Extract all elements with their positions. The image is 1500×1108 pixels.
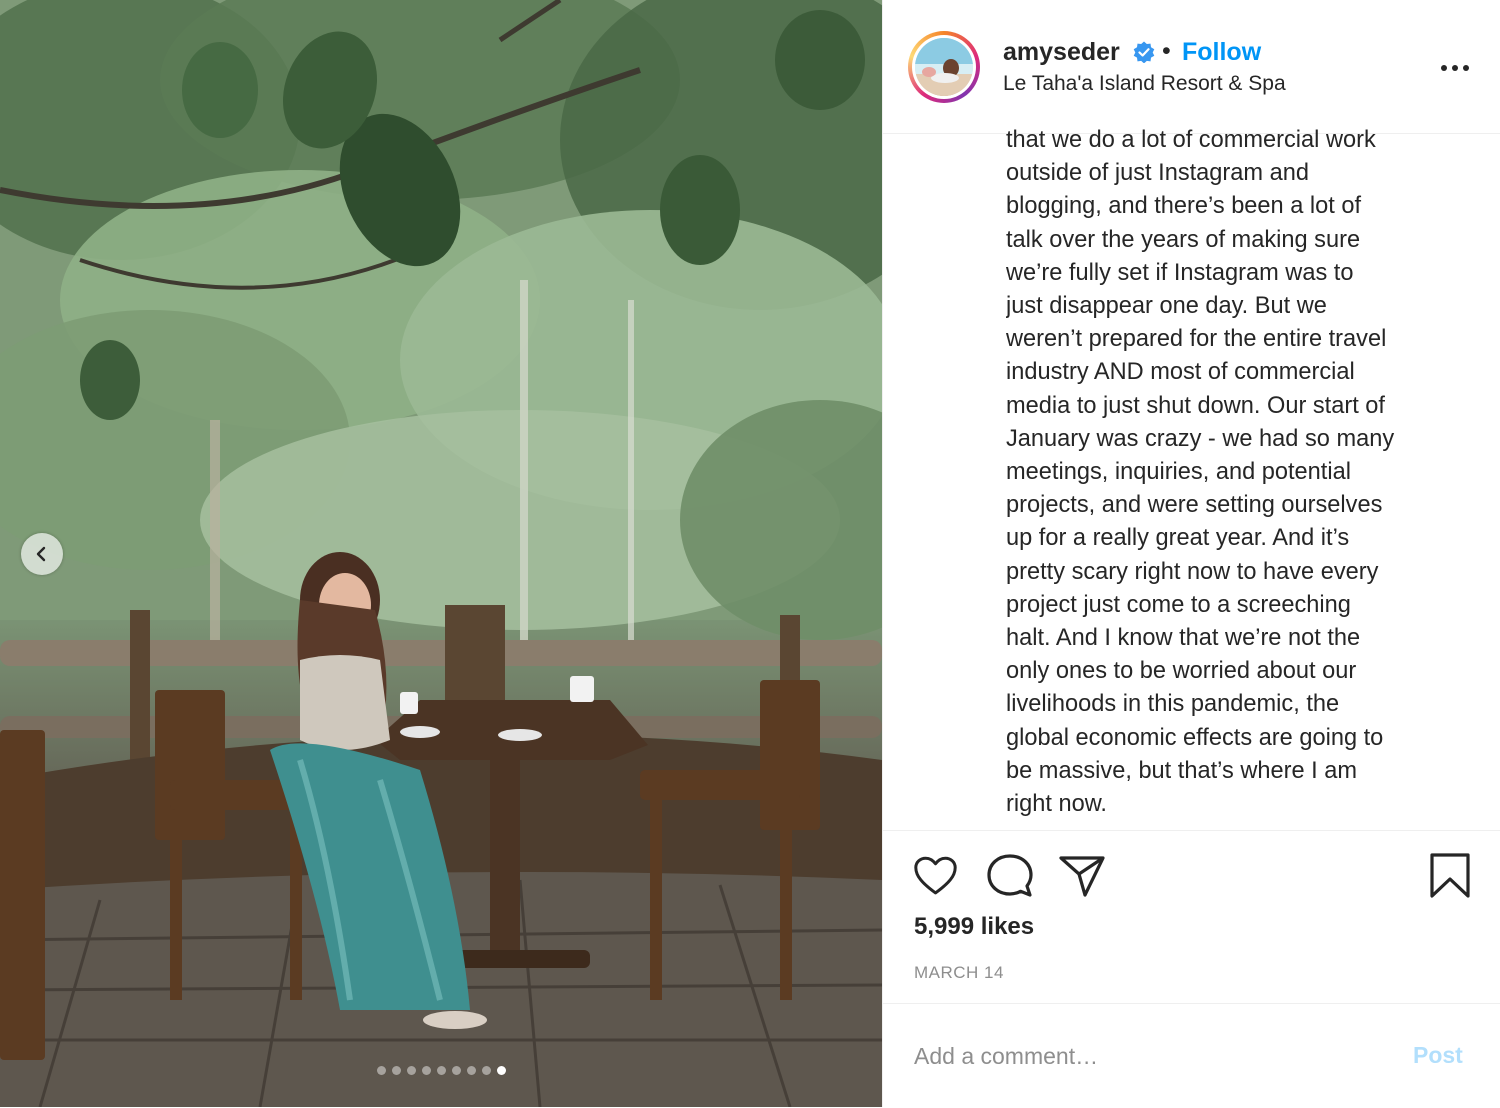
post-comment-button[interactable]: Post xyxy=(1413,1042,1463,1069)
caption-line: livelihoods in this pandemic, the xyxy=(1006,691,1340,718)
caption-line: meetings, inquiries, and potential xyxy=(1006,459,1351,486)
carousel-dot xyxy=(391,1066,401,1075)
caption-line: project just come to a screeching xyxy=(1006,591,1351,618)
caption-line: media to just shut down. Our start of xyxy=(1006,392,1385,419)
verified-badge-icon xyxy=(1133,41,1155,63)
caption-line: pretty scary right now to have every xyxy=(1006,558,1379,585)
likes-count[interactable]: 5,999 likes xyxy=(914,913,1034,941)
caption-line: projects, and were setting ourselves xyxy=(1006,492,1383,519)
caption-line: global economic effects are going to xyxy=(1006,724,1384,751)
carousel-dot xyxy=(466,1066,476,1075)
carousel-dot xyxy=(481,1066,491,1075)
post-actions: 5,999 likes MARCH 14 xyxy=(883,830,1500,1004)
caption-line: up for a really great year. And it’s xyxy=(1006,525,1350,552)
post-media[interactable] xyxy=(0,0,882,1107)
caption-line: halt. And I know that we’re not the xyxy=(1006,625,1361,652)
carousel-dot xyxy=(376,1066,386,1075)
separator-dot: • xyxy=(1162,37,1171,65)
chevron-left-icon xyxy=(36,546,46,562)
caption-line: right now. xyxy=(1006,791,1107,818)
caption-line: weren’t prepared for the entire travel xyxy=(1006,326,1387,353)
caption-line: be massive, but that’s where I am xyxy=(1006,757,1358,784)
caption-line: blogging, and there’s been a lot of xyxy=(1006,193,1362,220)
avatar-image xyxy=(915,38,973,96)
post-header: amyseder • Follow Le Taha'a Island Resor… xyxy=(883,0,1500,134)
carousel-dot xyxy=(451,1066,461,1075)
caption-line: we’re fully set if Instagram was to xyxy=(1006,259,1354,286)
carousel-prev-button[interactable] xyxy=(21,533,63,575)
share-icon[interactable] xyxy=(1059,855,1105,897)
caption-line: only ones to be worried about our xyxy=(1006,658,1357,685)
follow-button[interactable]: Follow xyxy=(1182,38,1261,67)
comment-input[interactable] xyxy=(914,1038,1374,1074)
carousel-dot xyxy=(496,1066,506,1075)
carousel-indicator xyxy=(0,1066,882,1075)
avatar[interactable] xyxy=(908,31,980,103)
post-caption: that we do a lot of commercial work outsi… xyxy=(1006,124,1466,819)
username[interactable]: amyseder xyxy=(1003,38,1120,67)
heart-icon[interactable] xyxy=(913,855,958,897)
post-sidebar: amyseder • Follow Le Taha'a Island Resor… xyxy=(882,0,1500,1107)
bookmark-icon[interactable] xyxy=(1430,853,1470,899)
post-photo xyxy=(0,0,882,1107)
location-link[interactable]: Le Taha'a Island Resort & Spa xyxy=(1003,72,1286,96)
caption-line: outside of just Instagram and xyxy=(1006,160,1309,187)
caption-line: that we do a lot of commercial work xyxy=(1006,127,1376,153)
comment-box: Post xyxy=(883,1003,1500,1108)
caption-line: industry AND most of commercial xyxy=(1006,359,1355,386)
post-date: MARCH 14 xyxy=(914,963,1004,982)
carousel-dot xyxy=(406,1066,416,1075)
comment-icon[interactable] xyxy=(987,853,1033,899)
carousel-dot xyxy=(421,1066,431,1075)
more-options-icon[interactable] xyxy=(1438,56,1472,80)
caption-line: talk over the years of making sure xyxy=(1006,226,1361,253)
instagram-post: amyseder • Follow Le Taha'a Island Resor… xyxy=(0,0,1500,1107)
carousel-dot xyxy=(436,1066,446,1075)
caption-line: January was crazy - we had so many xyxy=(1006,425,1395,452)
caption-line: just disappear one day. But we xyxy=(1006,293,1327,320)
